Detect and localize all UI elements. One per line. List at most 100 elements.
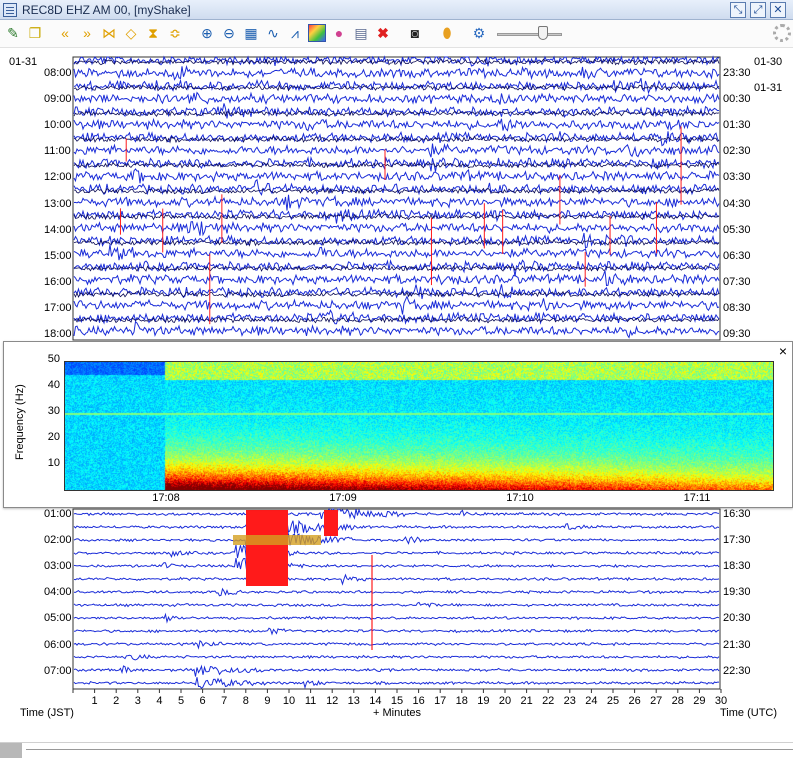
seismic-trace	[73, 295, 720, 315]
spectrogram-panel	[3, 341, 793, 508]
time-jst-label: Time (JST)	[20, 707, 74, 719]
hour-label-utc: 03:30	[723, 171, 751, 184]
hour-label-jst: 04:00	[44, 586, 72, 599]
hour-label-jst: 03:00	[44, 560, 72, 573]
seismic-trace	[73, 168, 720, 184]
hour-label-jst: 13:00	[44, 197, 72, 210]
minute-tick-label: 3	[134, 695, 141, 707]
seismic-trace	[73, 664, 720, 677]
seismic-trace	[73, 557, 720, 573]
seismic-trace	[73, 65, 720, 81]
seismic-trace	[73, 117, 720, 132]
hour-label-jst: 09:00	[44, 93, 72, 106]
seismic-trace	[73, 677, 719, 690]
frequency-tick-label: 10	[47, 457, 60, 469]
hour-label-jst: 15:00	[44, 249, 72, 262]
minute-tick-label: 15	[390, 695, 404, 707]
seismic-trace	[73, 103, 720, 119]
minute-tick-label: 14	[369, 695, 382, 707]
spectrogram-time-tick-label: 17:10	[506, 492, 534, 504]
hour-label-utc: 23:30	[723, 67, 751, 79]
seismic-trace	[73, 612, 720, 624]
hour-label-utc: 16:30	[723, 508, 751, 520]
spectrogram-image	[64, 361, 774, 491]
minute-tick-label: 23	[563, 695, 576, 707]
status-divider	[26, 749, 793, 750]
frequency-tick-label: 50	[47, 353, 60, 365]
minute-tick-label: 4	[156, 695, 163, 707]
minute-tick-label: 18	[455, 695, 468, 707]
date-label-right-top: 01-30	[754, 56, 783, 68]
hour-label-jst: 06:00	[44, 638, 72, 651]
seismic-trace	[73, 527, 720, 552]
minute-tick-label: 17	[434, 695, 447, 707]
date-label-right-second: 01-31	[754, 82, 783, 94]
quake-highlight	[324, 510, 338, 536]
hour-label-jst: 17:00	[44, 301, 72, 314]
status-segment	[0, 743, 22, 758]
minute-tick-label: 27	[650, 695, 663, 707]
seismic-trace	[73, 309, 720, 325]
spectrogram-time-tick-label: 17:08	[152, 492, 180, 504]
seismic-trace	[73, 194, 720, 211]
quake-highlight	[246, 510, 288, 586]
frequency-tick-label: 40	[47, 379, 60, 391]
minute-tick-label: 19	[477, 695, 490, 707]
minute-tick-label: 7	[221, 695, 228, 707]
seismic-trace	[73, 320, 720, 339]
seismic-trace	[73, 143, 720, 158]
hour-label-jst: 18:00	[44, 328, 72, 340]
frequency-tick-label: 30	[47, 405, 60, 417]
hour-label-jst: 11:00	[44, 145, 71, 158]
seismic-trace	[73, 627, 720, 636]
seismic-trace	[73, 587, 720, 597]
seismic-trace	[73, 544, 720, 560]
hour-label-jst: 07:00	[44, 664, 72, 677]
spectrogram-time-tick-label: 17:09	[329, 492, 357, 504]
hour-label-jst: 14:00	[44, 223, 72, 236]
hour-label-utc: 07:30	[723, 275, 751, 288]
frequency-axis-label: Frequency (Hz)	[14, 384, 26, 460]
minute-tick-label: 6	[199, 695, 206, 707]
spectrogram-time-tick-label: 17:11	[683, 492, 711, 504]
hour-label-utc: 19:30	[723, 586, 751, 599]
seismic-trace	[73, 244, 720, 261]
minute-tick-label: 25	[606, 695, 620, 707]
hour-label-jst: 02:00	[44, 534, 72, 547]
minute-tick-label: 11	[304, 695, 317, 707]
seismic-trace	[73, 284, 720, 300]
seismic-trace	[73, 639, 720, 650]
hour-label-utc: 21:30	[723, 638, 751, 651]
hour-label-jst: 05:00	[44, 612, 72, 625]
minute-tick-label: 30	[714, 695, 728, 707]
quake-highlight	[233, 535, 321, 545]
hour-label-utc: 20:30	[723, 612, 751, 625]
seismic-trace	[73, 601, 720, 608]
hour-label-utc: 04:30	[723, 197, 751, 210]
minute-tick-label: 16	[412, 695, 425, 707]
date-label-left: 01-31	[9, 56, 38, 68]
hour-label-utc: 17:30	[723, 534, 751, 547]
minute-tick-label: 13	[347, 695, 360, 707]
seismic-trace	[73, 653, 720, 661]
time-utc-label: Time (UTC)	[720, 707, 778, 719]
hour-label-utc: 02:30	[723, 145, 751, 158]
seismic-trace	[73, 220, 720, 237]
helicorder-frame-bottom	[72, 508, 721, 690]
minute-tick-label: 2	[113, 695, 120, 707]
minutes-axis-label: + Minutes	[373, 707, 421, 719]
hour-label-utc: 22:30	[723, 664, 751, 677]
hour-label-jst: 01:00	[44, 508, 72, 520]
hour-label-jst: 08:00	[44, 67, 72, 79]
seismic-trace	[73, 270, 720, 287]
minute-tick-label: 21	[520, 695, 533, 707]
minute-tick-label: 8	[242, 695, 249, 707]
status-bar	[0, 742, 793, 758]
spectrogram-close-button[interactable]: ×	[776, 344, 790, 358]
seismic-trace	[73, 78, 720, 95]
minute-tick-label: 26	[628, 695, 641, 707]
hour-label-utc: 01:30	[723, 119, 751, 132]
hour-label-utc: 08:30	[723, 301, 751, 314]
minute-tick-label: 9	[264, 695, 271, 707]
minute-tick-label: 28	[671, 695, 684, 707]
